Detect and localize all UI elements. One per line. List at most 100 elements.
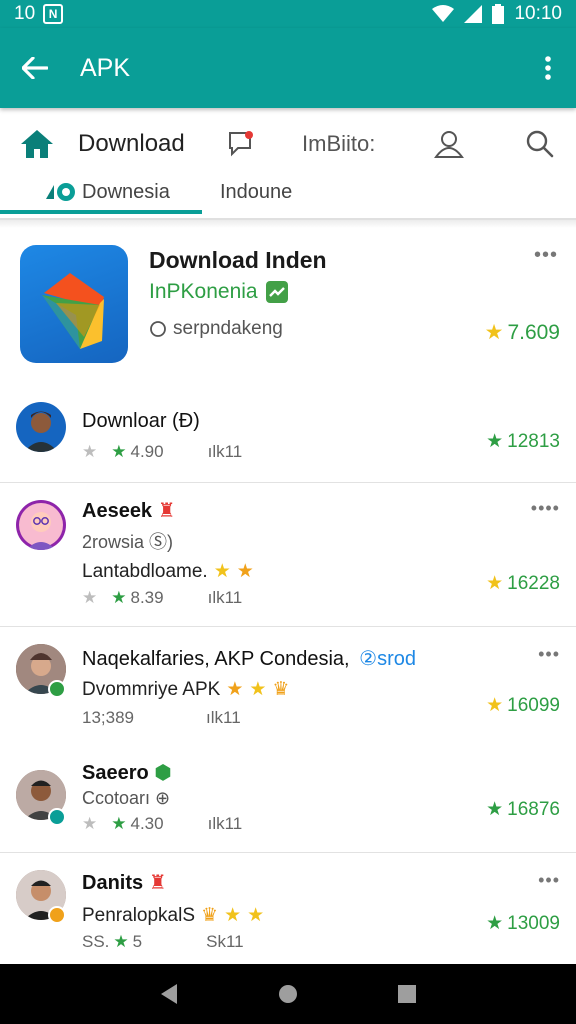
overflow-menu-button[interactable] [520,28,576,108]
featured-app-meta-text: serpndakeng [173,318,283,339]
app-bar: APK [0,28,576,108]
list-item-stats: ★ ★ 4.90 ılk11 [82,442,242,462]
list-item-size: ılk11 [207,814,243,833]
list-item-more-button[interactable]: ••• [538,870,560,891]
star-icon: ★ [224,905,242,926]
star-outline-icon: ★ [82,442,98,461]
featured-app-title: Download Inden [149,247,327,273]
nav-home-button[interactable] [277,983,299,1005]
crown-icon: ♛ [272,679,290,700]
list-item[interactable]: Downloar (Ð) ★ ★ 4.90 ılk11 ★ 12813 [0,396,576,482]
tab-profile[interactable] [434,116,464,172]
list-item-stats: SS. ★ 5 Sk11 [82,932,244,952]
list-item-title-text: Naqekalfaries, AKP Condesia, [82,648,350,670]
list-item-title: Aeseek ♜ [82,498,176,523]
status-time-right: 10:10 [514,3,562,24]
featured-app-rating: ★ 7.609 [485,320,560,345]
tab-indoune[interactable]: Indoune [220,168,292,216]
list-item-subtitle: Dvommriye APK ★ ★ ♛ [82,678,289,701]
star-icon: ★ [111,442,127,461]
trending-icon [265,281,288,303]
chat-icon [229,131,253,157]
header-divider [0,220,576,228]
tab-messages[interactable] [226,116,256,172]
home-icon [21,130,53,158]
star-icon: ★ [213,561,231,582]
star-icon: ★ [486,695,504,716]
list-item-stats: ★ ★ 4.30 ılk11 [82,814,242,834]
list-item-description: Lantabdloame. ★ ★ [82,560,254,583]
list-item-rating: ★ 12813 [486,430,560,453]
list-item-subtitle: Ccotoarı ⊕ [82,788,171,808]
list-item-title-text: Saeero [82,762,149,784]
star-outline-icon: ★ [82,814,98,833]
tab-indoune-label: Indoune [220,180,293,203]
signal-icon [464,5,483,23]
list-item-size: Sk11 [206,932,244,951]
list-item[interactable]: Aeseek ♜ 2rowsia Ⓢ) Lantabdloame. ★ ★ ★ … [0,490,576,626]
star-outline-icon: ★ [82,588,98,607]
featured-app-rating-value: 7.609 [507,320,560,344]
list-item[interactable]: Danits ♜ PenralopkalS ♛ ★ ★ SS. ★ 5 Sk11… [0,860,576,964]
star-icon: ★ [484,321,504,344]
back-button[interactable] [0,28,70,108]
tab-imbiito[interactable]: ImBiito: [302,116,375,172]
status-bar: 10 N 10:10 [0,0,576,28]
tab-imbiito-label: ImBiito: [302,131,376,156]
star-icon: ★ [486,573,504,594]
tab-downesia-label: Downesia [82,180,170,203]
selected-tab-indicator [0,210,202,214]
list-item-rating: ★ 16228 [486,572,560,595]
wifi-icon [432,5,455,22]
verified-badge-icon [48,808,66,826]
list-item-more-button[interactable]: •••• [531,498,560,519]
tab-download[interactable]: Download [20,116,185,172]
list-item-rating-value: 16099 [507,694,560,716]
list-item-score: 5 [132,932,143,951]
primary-tabs: Download ImBiito: [0,116,576,172]
gift-icon: ♜ [148,872,167,894]
tab-search[interactable] [526,116,554,172]
nav-recents-button[interactable] [397,984,417,1004]
list-divider [0,626,576,627]
star-icon: ★ [486,799,504,820]
list-item-rating-value: 12813 [507,430,560,452]
tab-download-label: Download [78,130,185,157]
list-item[interactable]: Naqekalfaries, AKP Condesia, ②srod Dvomm… [0,634,576,746]
star-icon: ★ [486,431,504,452]
list-item-rating: ★ 16099 [486,694,560,717]
list-item-title-tag: ②srod [359,648,416,670]
list-divider [0,482,576,483]
star-icon: ★ [111,814,127,833]
community-icon [46,183,75,201]
status-time-left: 10 [14,3,36,24]
tab-downesia[interactable]: Downesia [44,168,170,216]
star-icon: ★ [111,588,127,607]
list-item[interactable]: Saeero ⬢ Ccotoarı ⊕ ★ ★ 4.30 ılk11 ★ 168… [0,756,576,850]
list-divider [0,852,576,853]
notification-icon: N [43,4,64,24]
list-item-title-text: Danits [82,872,144,894]
battery-icon [492,4,505,24]
featured-app-subtitle-text: InPKonenia [149,280,258,303]
list-item-rating-value: 16228 [507,572,560,594]
featured-more-button[interactable]: ••• [534,244,558,267]
list-item-score: 4.90 [130,442,164,461]
list-item-rating: ★ 16876 [486,798,560,821]
nav-back-button[interactable] [159,983,179,1005]
system-nav-bar [0,964,576,1024]
search-icon [526,130,554,158]
list-item-more-button[interactable]: ••• [538,644,560,665]
list-item-title-text: Aeseek [82,500,153,522]
featured-app-meta: serpndakeng [149,318,283,340]
list-item-title: Saeero ⬢ [82,760,172,785]
list-item-description-text: Lantabdloame. [82,560,208,582]
avatar [16,402,66,452]
featured-app-card[interactable]: Download Inden InPKonenia serpndakeng ••… [0,230,576,380]
list-item-score: 13;389 [82,708,134,727]
star-icon: ★ [249,679,267,700]
list-item-stats: 13;389 ılk11 [82,708,241,728]
list-item-rating: ★ 13009 [486,912,560,935]
list-item-size: ılk11 [207,442,243,461]
list-item-title: Naqekalfaries, AKP Condesia, ②srod [82,646,416,671]
